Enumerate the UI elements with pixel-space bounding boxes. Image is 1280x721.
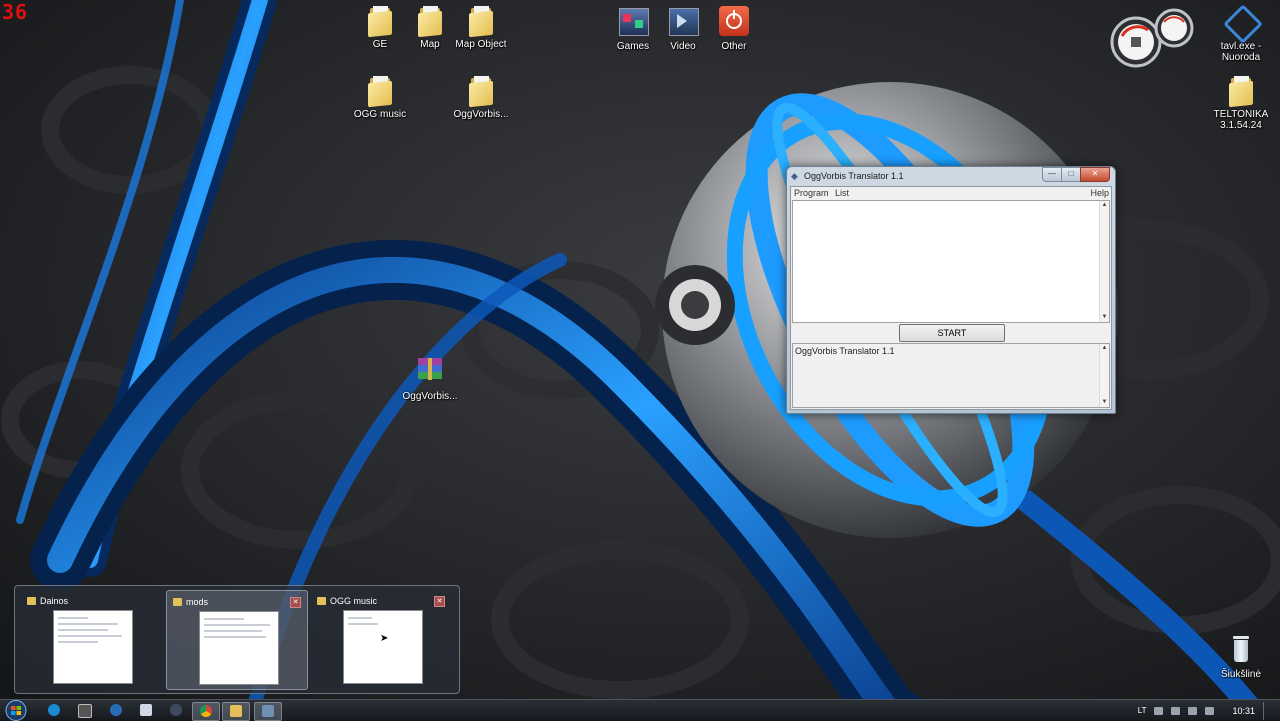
desktop-icon-label: tavl.exe - Nuoroda [1220, 41, 1262, 63]
thumbnail-title: Dainos [40, 596, 69, 606]
system-tray: LT 10:31 [1138, 700, 1272, 721]
desktop-icon-ogg-music[interactable]: OGG music [345, 76, 415, 120]
skype-icon [48, 704, 60, 716]
desktop-icon-map-object[interactable]: Map Object [446, 6, 516, 50]
show-desktop-button[interactable] [1263, 701, 1272, 720]
file-list-scrollbar[interactable]: ▲ ▼ [1099, 201, 1109, 322]
thumbnail-preview [53, 610, 133, 684]
action-center-icon[interactable] [1205, 706, 1215, 715]
menu-list[interactable]: List [835, 188, 849, 198]
winrar-archive-icon [414, 356, 446, 388]
oggvorbis-translator-window[interactable]: ◆ OggVorbis Translator 1.1 — □ ✕ Program… [786, 166, 1116, 414]
scroll-down-arrow-icon[interactable]: ▼ [1100, 313, 1109, 322]
desktop-icon-label: Šiukšlinė [1220, 669, 1262, 680]
network-icon[interactable] [1188, 706, 1198, 715]
fps-counter: 36 [2, 0, 29, 24]
menu-program[interactable]: Program [794, 188, 829, 198]
app-window-icon [262, 705, 274, 717]
app-window-icon: ◆ [791, 171, 798, 181]
desktop-icon-teltonika[interactable]: TELTONIKA 3.1.54.24 [1206, 76, 1276, 131]
tray-expand-icon[interactable] [1154, 706, 1164, 715]
close-button[interactable]: ✕ [1080, 167, 1110, 182]
thumbnail-dainos[interactable]: Dainos [21, 590, 161, 688]
tavl-app-icon [1223, 4, 1263, 44]
taskbar-app-4[interactable] [133, 702, 159, 719]
taskbar-app-3[interactable] [103, 702, 129, 719]
desktop-icon-label: TELTONIKA 3.1.54.24 [1213, 109, 1269, 131]
thumbnail-preview [199, 611, 279, 685]
desktop-icon-tavl-shortcut[interactable]: tavl.exe - Nuoroda [1206, 4, 1276, 63]
chrome-icon [200, 705, 212, 717]
scroll-down-arrow-icon[interactable]: ▼ [1100, 398, 1109, 407]
desktop-icon-oggvorbis-folder[interactable]: OggVorbis... [446, 76, 516, 120]
recycle-bin-icon [1225, 634, 1257, 666]
maximize-button[interactable]: □ [1061, 167, 1081, 182]
folder-icon [368, 76, 392, 108]
start-button[interactable]: START [899, 324, 1005, 342]
app-icon [78, 704, 92, 718]
minimize-button[interactable]: — [1042, 167, 1062, 182]
scroll-up-arrow-icon[interactable]: ▲ [1100, 344, 1109, 353]
power-icon [718, 6, 750, 38]
window-title: OggVorbis Translator 1.1 [804, 171, 904, 181]
folder-icon [469, 76, 493, 108]
games-icon [617, 6, 649, 38]
thumbnail-close-icon[interactable]: ✕ [434, 596, 445, 607]
folder-icon [418, 6, 442, 38]
app-icon [140, 704, 152, 716]
taskbar-thumbnail-group: Dainos mods ✕ OGG music ✕ ➤ [14, 585, 460, 694]
steam-icon [170, 704, 182, 716]
menu-help[interactable]: Help [1090, 188, 1109, 198]
mouse-cursor-icon: ➤ [380, 633, 389, 644]
video-icon [667, 6, 699, 38]
file-list-box[interactable]: ▲ ▼ [792, 200, 1110, 323]
log-scrollbar[interactable]: ▲ ▼ [1099, 344, 1109, 407]
thumbnail-close-icon[interactable]: ✕ [290, 597, 301, 608]
desktop-icon-other[interactable]: Other [699, 6, 769, 52]
taskbar-steam[interactable] [163, 702, 189, 719]
taskbar: LT 10:31 [0, 699, 1280, 721]
desktop-icon-label: OggVorbis... [453, 109, 509, 120]
app-icon [110, 704, 122, 716]
menu-bar: Program List Help [791, 187, 1111, 199]
folder-icon [27, 597, 36, 605]
desktop-icon-label: OGG music [353, 109, 407, 120]
taskbar-chrome[interactable] [192, 702, 220, 721]
desktop-icon-label: OggVorbis... [402, 391, 458, 402]
taskbar-skype[interactable] [41, 702, 67, 719]
desktop-icon-oggvorbis-archive[interactable]: OggVorbis... [395, 356, 465, 402]
desktop-icon-label: Map Object [455, 39, 507, 50]
desktop-icon-label: Other [721, 41, 747, 52]
taskbar-app-2[interactable] [71, 702, 97, 719]
folder-icon [317, 597, 326, 605]
thumbnail-preview: ➤ [343, 610, 423, 684]
taskbar-oggvorbis[interactable] [254, 702, 282, 721]
thumbnail-title: OGG music [330, 596, 378, 606]
log-text-area[interactable]: OggVorbis Translator 1.1 ▲ ▼ [792, 343, 1110, 408]
taskbar-explorer[interactable] [222, 702, 250, 721]
window-client-area: Program List Help ▲ ▼ START OggVorbis Tr… [790, 186, 1112, 410]
log-text: OggVorbis Translator 1.1 [795, 346, 895, 356]
thumbnail-mods[interactable]: mods ✕ [166, 590, 308, 690]
language-indicator[interactable]: LT [1138, 706, 1147, 715]
thumbnail-ogg-music[interactable]: OGG music ✕ ➤ [311, 590, 451, 688]
folder-icon [230, 705, 242, 717]
start-orb-icon[interactable] [4, 700, 28, 721]
cpu-meter-gadget[interactable] [1110, 6, 1196, 68]
clock[interactable]: 10:31 [1232, 706, 1255, 716]
folder-icon [469, 6, 493, 38]
desktop-icon-recycle-bin[interactable]: Šiukšlinė [1206, 634, 1276, 680]
folder-icon [1229, 76, 1253, 108]
volume-icon[interactable] [1171, 706, 1181, 715]
folder-icon [368, 6, 392, 38]
scroll-up-arrow-icon[interactable]: ▲ [1100, 201, 1109, 210]
folder-icon [173, 598, 182, 606]
thumbnail-title: mods [186, 597, 209, 607]
